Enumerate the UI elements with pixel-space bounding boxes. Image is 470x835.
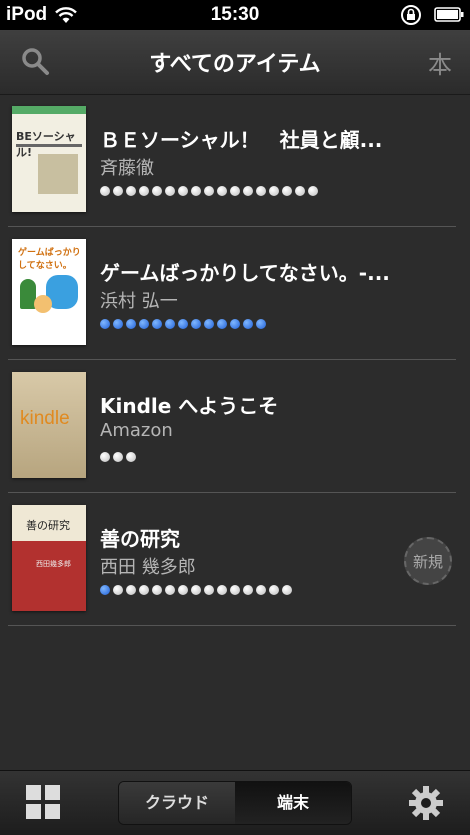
progress-dot bbox=[295, 186, 305, 196]
book-title: 善の研究 bbox=[100, 527, 180, 551]
list-item[interactable]: ゲームばっかりしてなさい。 ゲームばっかりしてなさい。-... 浜村 弘一 bbox=[8, 227, 456, 360]
progress-dot bbox=[204, 186, 214, 196]
library-list: BEソーシャル! ＢＥソーシャル！ 社員と顧... 斉藤徹 ゲームばっかりしてな… bbox=[0, 94, 470, 626]
progress-dot bbox=[100, 319, 110, 329]
book-author: 浜村 弘一 bbox=[100, 291, 178, 312]
progress-dot bbox=[126, 319, 136, 329]
progress-dot bbox=[165, 585, 175, 595]
book-cover: BEソーシャル! bbox=[12, 106, 86, 212]
sort-by-book-button[interactable]: 本 bbox=[428, 45, 452, 80]
grid-view-icon[interactable] bbox=[26, 785, 60, 819]
rotation-lock-icon bbox=[401, 5, 421, 25]
progress-dot bbox=[217, 186, 227, 196]
list-item[interactable]: 善の研究 西田幾多郎 善の研究 西田 幾多郎 新規 bbox=[8, 493, 456, 626]
progress-dot bbox=[100, 585, 110, 595]
progress-dot bbox=[269, 585, 279, 595]
book-title: ゲームばっかりしてなさい。-... bbox=[100, 261, 390, 285]
progress-dot bbox=[152, 585, 162, 595]
tab-device[interactable]: 端末 bbox=[235, 782, 351, 824]
progress-dot bbox=[126, 585, 136, 595]
progress-dot bbox=[217, 319, 227, 329]
progress-dots bbox=[100, 452, 136, 462]
progress-dot bbox=[113, 585, 123, 595]
book-cover: kindle bbox=[12, 372, 86, 478]
progress-dot bbox=[282, 186, 292, 196]
progress-dot bbox=[178, 319, 188, 329]
progress-dot bbox=[256, 186, 266, 196]
list-item[interactable]: BEソーシャル! ＢＥソーシャル！ 社員と顧... 斉藤徹 bbox=[8, 94, 456, 227]
book-author: 西田 幾多郎 bbox=[100, 557, 196, 578]
book-author: Amazon bbox=[100, 420, 173, 441]
progress-dot bbox=[243, 186, 253, 196]
battery-icon bbox=[434, 7, 464, 22]
progress-dot bbox=[256, 319, 266, 329]
progress-dot bbox=[243, 319, 253, 329]
progress-dot bbox=[113, 319, 123, 329]
new-badge: 新規 bbox=[404, 537, 452, 585]
progress-dots bbox=[100, 186, 318, 196]
progress-dot bbox=[100, 452, 110, 462]
page-title: すべてのアイテム bbox=[149, 52, 321, 77]
progress-dot bbox=[256, 585, 266, 595]
book-title: ＢＥソーシャル！ 社員と顧... bbox=[100, 128, 383, 152]
progress-dot bbox=[191, 319, 201, 329]
progress-dot bbox=[243, 585, 253, 595]
book-title: Kindle へようこそ bbox=[100, 394, 279, 418]
progress-dot bbox=[152, 186, 162, 196]
gear-icon[interactable] bbox=[408, 785, 444, 821]
progress-dots bbox=[100, 319, 266, 329]
progress-dot bbox=[100, 186, 110, 196]
progress-dot bbox=[308, 186, 318, 196]
status-bar: iPod 15:30 bbox=[0, 0, 470, 30]
progress-dot bbox=[126, 452, 136, 462]
progress-dot bbox=[204, 319, 214, 329]
progress-dot bbox=[204, 585, 214, 595]
progress-dot bbox=[178, 585, 188, 595]
progress-dot bbox=[165, 319, 175, 329]
progress-dot bbox=[178, 186, 188, 196]
book-cover: ゲームばっかりしてなさい。 bbox=[12, 239, 86, 345]
progress-dot bbox=[269, 186, 279, 196]
progress-dot bbox=[191, 186, 201, 196]
progress-dot bbox=[230, 186, 240, 196]
progress-dot bbox=[139, 585, 149, 595]
list-item[interactable]: kindle Kindle へようこそ Amazon bbox=[8, 360, 456, 493]
progress-dot bbox=[282, 585, 292, 595]
progress-dot bbox=[113, 186, 123, 196]
progress-dots bbox=[100, 585, 292, 595]
book-author: 斉藤徹 bbox=[100, 158, 154, 179]
cloud-device-toggle: クラウド 端末 bbox=[118, 781, 352, 825]
bottom-toolbar: クラウド 端末 bbox=[0, 770, 470, 835]
progress-dot bbox=[230, 585, 240, 595]
header: すべてのアイテム 本 bbox=[0, 30, 470, 95]
progress-dot bbox=[230, 319, 240, 329]
progress-dot bbox=[191, 585, 201, 595]
progress-dot bbox=[126, 186, 136, 196]
progress-dot bbox=[165, 186, 175, 196]
tab-cloud[interactable]: クラウド bbox=[119, 782, 235, 824]
book-cover: 善の研究 西田幾多郎 bbox=[12, 505, 86, 611]
progress-dot bbox=[113, 452, 123, 462]
progress-dot bbox=[152, 319, 162, 329]
progress-dot bbox=[139, 319, 149, 329]
progress-dot bbox=[217, 585, 227, 595]
progress-dot bbox=[139, 186, 149, 196]
